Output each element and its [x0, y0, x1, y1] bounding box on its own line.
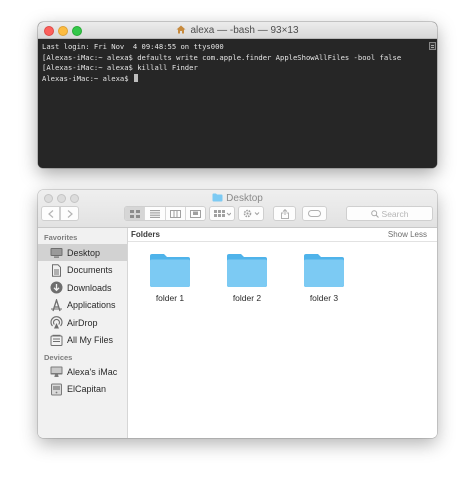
applications-icon [51, 298, 62, 311]
sidebar-item-alexas-imac[interactable]: Alexa's iMac [38, 363, 127, 380]
share-button[interactable] [273, 206, 296, 221]
home-icon [176, 25, 186, 34]
terminal-prompt-line: Alexas-iMac:~ alexa$ [42, 73, 433, 85]
search-input[interactable]: Search [346, 206, 433, 221]
finder-title-area: Desktop [38, 192, 437, 205]
section-header: Folders Show Less [128, 228, 437, 242]
arrange-button[interactable] [209, 206, 235, 221]
sidebar-item-label: Alexa's iMac [67, 366, 118, 377]
folder-item[interactable]: folder 2 [217, 252, 277, 303]
sidebar-item-applications[interactable]: Applications [38, 297, 127, 314]
terminal-title-bar-text: alexa — -bash — 93×13 [38, 24, 437, 38]
tags-button[interactable] [302, 206, 327, 221]
icon-view-button[interactable] [125, 207, 146, 220]
sidebar-item-all-my-files[interactable]: All My Files [38, 332, 127, 349]
desktop-icon [50, 248, 63, 258]
finder-content: Folders Show Less folder 1 folder 2 fold… [128, 228, 437, 438]
forward-button[interactable] [60, 206, 79, 221]
view-mode-selector [124, 206, 206, 221]
back-button[interactable] [41, 206, 60, 221]
imac-icon [50, 366, 63, 377]
search-icon [370, 209, 379, 218]
finder-window: Desktop Search Favorites Desktop Documen… [38, 190, 437, 438]
sidebar-item-label: All My Files [67, 335, 114, 345]
folder-icon [212, 193, 223, 202]
sidebar-heading-favorites: Favorites [44, 233, 78, 242]
folder-icon [227, 254, 267, 287]
folder-item[interactable]: folder 1 [140, 252, 200, 303]
sidebar-item-label: ElCapitan [67, 384, 107, 394]
terminal-output[interactable]: Last login: Fri Nov 4 09:48:55 on ttys00… [38, 39, 437, 168]
terminal-title: alexa — -bash — 93×13 [190, 25, 299, 36]
terminal-line: [Alexas-iMac:~ alexa$ killall Finder [42, 63, 198, 72]
terminal-window: alexa — -bash — 93×13 Last login: Fri No… [38, 22, 437, 168]
sidebar-item-elcapitan[interactable]: ElCapitan [38, 381, 127, 398]
search-placeholder: Search [381, 208, 409, 219]
sidebar-item-label: Applications [67, 300, 116, 310]
sidebar-heading-devices: Devices [44, 353, 73, 362]
list-view-button[interactable] [145, 207, 166, 220]
list-icon [149, 209, 160, 218]
chevron-left-icon [47, 209, 53, 218]
terminal-cursor [133, 73, 138, 82]
sidebar-item-label: Desktop [67, 247, 101, 258]
share-icon [280, 208, 289, 219]
action-button[interactable] [238, 206, 264, 221]
sidebar-item-desktop[interactable]: Desktop [38, 244, 127, 261]
chevron-right-icon [67, 209, 73, 218]
icon-grid-icon [129, 209, 140, 218]
sidebar-item-label: Documents [67, 265, 113, 275]
tag-icon [308, 210, 321, 217]
all-my-files-icon [50, 334, 63, 346]
arrange-grid-icon [213, 209, 231, 217]
terminal-titlebar: alexa — -bash — 93×13 [38, 22, 437, 39]
sidebar-item-label: AirDrop [67, 317, 98, 328]
coverflow-view-button[interactable] [186, 207, 205, 220]
section-title: Folders [131, 230, 160, 239]
disk-icon [51, 383, 62, 395]
folder-icon [304, 254, 344, 287]
terminal-line: Last login: Fri Nov 4 09:48:55 on ttys00… [42, 42, 224, 51]
terminal-line: [Alexas-iMac:~ alexa$ defaults write com… [42, 52, 402, 62]
columns-icon [169, 209, 181, 218]
show-less-button[interactable]: Show Less [388, 228, 427, 241]
terminal-prompt: Alexas-iMac:~ alexa$ [42, 73, 133, 83]
gear-icon [243, 209, 259, 218]
scrollbar-handle-icon[interactable] [429, 42, 436, 50]
folder-label: folder 2 [232, 293, 262, 303]
sidebar-item-downloads[interactable]: Downloads [38, 279, 127, 296]
folder-label: folder 1 [155, 293, 185, 303]
finder-title: Desktop [226, 193, 263, 204]
folder-icon [150, 254, 190, 287]
documents-icon [52, 263, 61, 277]
coverflow-icon [189, 209, 201, 218]
airdrop-icon [50, 316, 63, 329]
sidebar-item-airdrop[interactable]: AirDrop [38, 314, 127, 331]
sidebar-item-label: Downloads [67, 282, 112, 293]
finder-sidebar: Favorites Desktop Documents Downloads Ap [38, 228, 128, 438]
folder-label: folder 3 [309, 293, 339, 303]
downloads-icon [50, 281, 63, 294]
sidebar-item-documents[interactable]: Documents [38, 262, 127, 279]
folder-item[interactable]: folder 3 [294, 252, 354, 303]
column-view-button[interactable] [166, 207, 186, 220]
finder-toolbar: Desktop Search [38, 190, 437, 228]
